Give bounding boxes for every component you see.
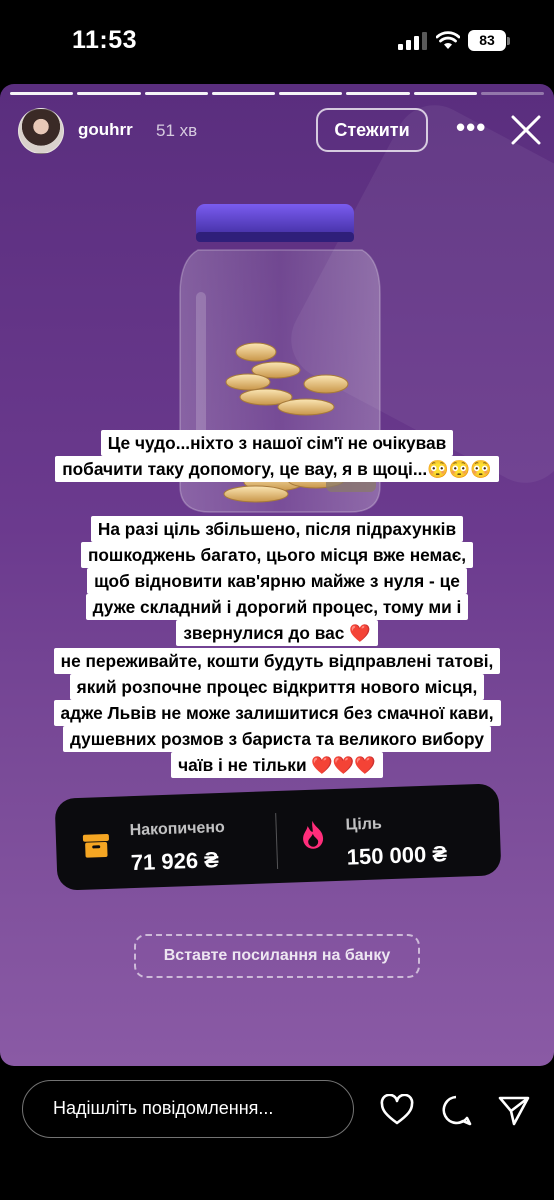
caption-line: звернулися до вас ❤️	[176, 620, 378, 646]
goal-value: 150 000 ₴	[346, 841, 448, 870]
battery-nub	[507, 37, 510, 45]
comment-icon[interactable]	[439, 1094, 473, 1126]
fundraiser-divider	[275, 813, 279, 870]
post-time: 51 хв	[156, 121, 198, 140]
story-viewer[interactable]: gouhrr 51 хв Стежити ••• Це чудо...ніхто…	[0, 84, 554, 1066]
caption-line: пошкоджень багато, цього місця вже немає…	[80, 542, 474, 568]
story-progress-segment	[480, 92, 544, 95]
caption-line: щоб відновити кав'ярню майже з нуля - це	[87, 568, 467, 594]
caption-block-2: На разі ціль збільшено, після підрахункі…	[0, 516, 554, 646]
flame-icon	[303, 820, 324, 849]
story-progress-segment	[211, 92, 275, 95]
story-progress-segment	[413, 92, 477, 95]
fundraiser-sticker[interactable]: Накопичено 71 926 ₴ Ціль 150 000 ₴	[54, 783, 502, 891]
collected-label: Накопичено	[129, 818, 226, 840]
caption-line: чаїв і не тільки ❤️❤️❤️	[171, 752, 383, 778]
caption-block-3: не переживайте, кошти будуть відправлені…	[0, 648, 554, 778]
wifi-icon	[436, 31, 460, 49]
story-progress-bar	[10, 92, 544, 96]
follow-button[interactable]: Стежити	[316, 108, 428, 152]
caption-line: На разі ціль збільшено, після підрахункі…	[90, 516, 464, 542]
story-progress-segment	[77, 92, 141, 95]
reply-bar: Надішліть повідомлення...	[0, 1066, 554, 1200]
caption-line: адже Львів не може залишитися без смачно…	[53, 700, 501, 726]
more-options-button[interactable]: •••	[456, 112, 485, 148]
caption-line: Це чудо...ніхто з нашої сім'ї не очікува…	[100, 430, 454, 456]
caption-block-1: Це чудо...ніхто з нашої сім'ї не очікува…	[0, 430, 554, 482]
bank-link-button[interactable]: Вставте посилання на банку	[134, 934, 420, 978]
story-progress-segment	[346, 92, 410, 95]
caption-line: не переживайте, кошти будуть відправлені…	[53, 648, 501, 674]
caption-line: дуже складний і дорогий процес, тому ми …	[85, 594, 469, 620]
send-icon[interactable]	[497, 1094, 531, 1126]
goal-label: Ціль	[345, 815, 383, 834]
collected-value: 71 926 ₴	[130, 847, 220, 876]
caption-line: побачити таку допомогу, це вау, я в щоці…	[55, 456, 499, 482]
close-icon[interactable]	[510, 114, 542, 146]
status-bar: 11:53 83	[0, 0, 554, 80]
battery-indicator: 83	[468, 30, 506, 51]
story-progress-segment	[279, 92, 343, 95]
cellular-signal-icon	[398, 32, 427, 50]
status-time: 11:53	[72, 26, 138, 54]
story-progress-segment	[144, 92, 208, 95]
story-progress-segment	[10, 92, 74, 95]
username[interactable]: gouhrr	[78, 120, 133, 140]
avatar[interactable]	[18, 108, 64, 154]
heart-icon[interactable]	[380, 1094, 414, 1126]
message-input[interactable]: Надішліть повідомлення...	[22, 1080, 354, 1138]
archive-box-icon	[82, 833, 109, 858]
caption-line: душевних розмов з бариста та великого ви…	[62, 726, 492, 752]
caption-line: який розпочне процес відкриття нового мі…	[69, 674, 485, 700]
